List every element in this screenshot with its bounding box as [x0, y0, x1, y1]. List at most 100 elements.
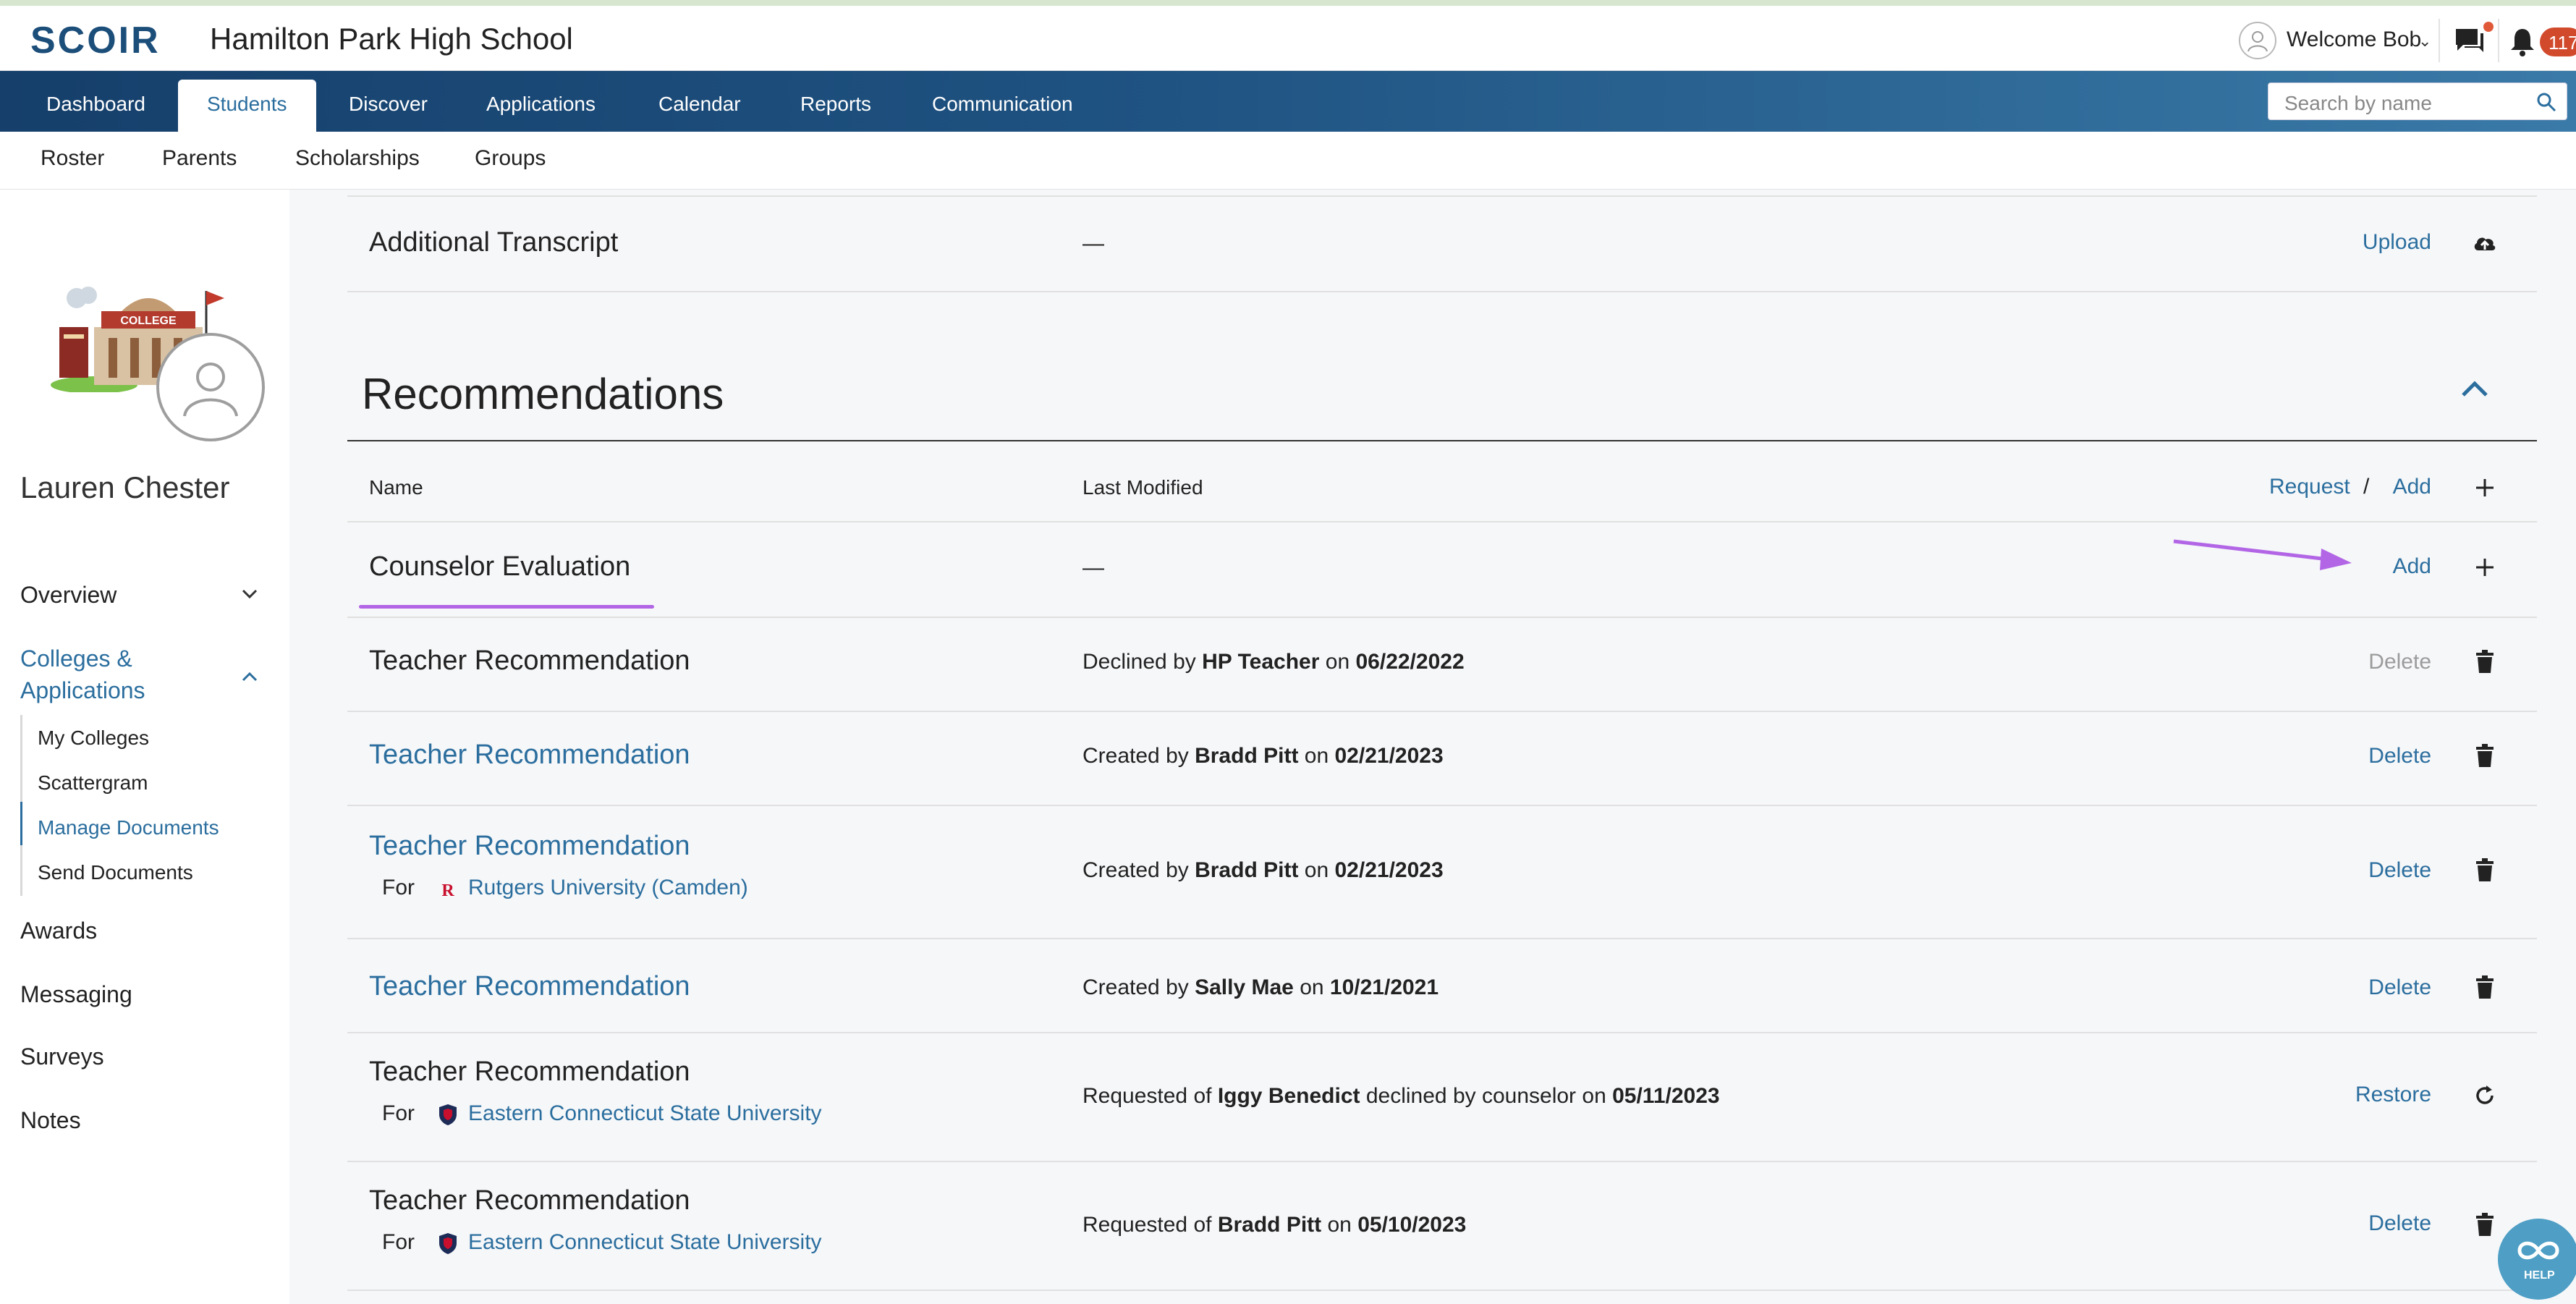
rutgers-logo-icon: R — [441, 881, 454, 900]
sidebar-sub-my-colleges[interactable]: My Colleges — [38, 727, 149, 750]
row-divider — [347, 1290, 2537, 1291]
transcript-modified: — — [1082, 232, 1104, 255]
chat-unread-dot — [2483, 22, 2494, 32]
sidebar-sub-manage-documents[interactable]: Manage Documents — [38, 816, 219, 839]
tab-dashboard[interactable]: Dashboard — [46, 80, 145, 132]
user-avatar-icon[interactable] — [2239, 22, 2276, 59]
header-divider — [2439, 19, 2440, 62]
trash-icon[interactable] — [2472, 974, 2498, 1000]
sidebar-item-overview[interactable]: Overview — [20, 582, 116, 609]
help-label: HELP — [2524, 1269, 2555, 1282]
college-link[interactable]: Eastern Connecticut State University — [468, 1101, 822, 1125]
chevron-up-icon[interactable] — [239, 666, 260, 687]
tab-communication[interactable]: Communication — [932, 80, 1073, 132]
plus-icon[interactable] — [2472, 475, 2498, 501]
student-sidebar: COLLEGE Lauren Chester Overview Colleges… — [0, 190, 289, 1304]
student-name: Lauren Chester — [20, 470, 230, 504]
recommendation-modified: — — [1082, 556, 1104, 580]
tab-applications[interactable]: Applications — [486, 80, 596, 132]
collapse-chevron-icon[interactable] — [2459, 379, 2491, 399]
chevron-down-icon[interactable] — [239, 583, 260, 605]
recommendation-link[interactable]: Teacher Recommendation — [369, 831, 690, 862]
scoir-logo[interactable]: SCOIR — [30, 19, 161, 62]
tab-students[interactable]: Students — [178, 80, 316, 132]
college-link[interactable]: Rutgers University (Camden) — [468, 876, 748, 899]
upload-link[interactable]: Upload — [2359, 230, 2431, 255]
delete-button[interactable]: Delete — [2344, 858, 2431, 883]
recommendation-modified: Requested of Bradd Pitt on 05/10/2023 — [1082, 1213, 1467, 1237]
top-accent-strip — [0, 0, 2576, 6]
trash-icon[interactable] — [2472, 1211, 2498, 1237]
row-divider — [347, 617, 2537, 618]
column-header-name: Name — [369, 476, 423, 499]
trash-icon[interactable] — [2472, 857, 2498, 883]
trash-icon[interactable] — [2472, 742, 2498, 769]
for-college-row: For R Rutgers University (Camden) — [382, 876, 748, 901]
recommendation-name: Counselor Evaluation — [369, 551, 631, 582]
help-button[interactable]: HELP — [2498, 1219, 2576, 1300]
cloud-upload-icon[interactable] — [2472, 230, 2498, 256]
student-avatar[interactable] — [156, 333, 265, 441]
subnav-scholarships[interactable]: Scholarships — [295, 146, 420, 171]
sidebar-item-awards[interactable]: Awards — [20, 918, 97, 944]
plus-icon[interactable] — [2472, 554, 2498, 580]
recommendation-modified: Created by Bradd Pitt on 02/21/2023 — [1082, 744, 1444, 768]
ecsu-shield-icon — [439, 1104, 457, 1126]
sidebar-item-colleges-line1[interactable]: Colleges & — [20, 645, 132, 672]
for-college-row: For Eastern Connecticut State University — [382, 1230, 822, 1255]
sidebar-item-messaging[interactable]: Messaging — [20, 981, 132, 1008]
request-link[interactable]: Request — [2269, 475, 2350, 499]
help-infinity-icon — [2517, 1241, 2559, 1260]
sidebar-item-surveys[interactable]: Surveys — [20, 1043, 104, 1070]
recommendation-link[interactable]: Teacher Recommendation — [369, 971, 690, 1002]
svg-text:R: R — [441, 881, 454, 900]
documents-main: Additional Transcript — Upload Recommend… — [289, 190, 2576, 1304]
sidebar-sub-scattergram[interactable]: Scattergram — [38, 771, 148, 795]
tab-reports[interactable]: Reports — [800, 80, 871, 132]
college-link[interactable]: Eastern Connecticut State University — [468, 1230, 822, 1254]
sidebar-sub-send-documents[interactable]: Send Documents — [38, 861, 193, 884]
search-icon[interactable] — [2536, 92, 2556, 112]
row-divider — [347, 711, 2537, 712]
tab-discover[interactable]: Discover — [349, 80, 428, 132]
delete-button[interactable]: Delete — [2344, 744, 2431, 769]
recommendation-modified: Created by Sally Mae on 10/21/2021 — [1082, 975, 1439, 999]
subnav-groups[interactable]: Groups — [475, 146, 546, 171]
chevron-down-icon[interactable]: ⌄ — [2418, 32, 2431, 51]
delete-button-disabled: Delete — [2368, 650, 2431, 674]
trash-icon[interactable] — [2472, 648, 2498, 674]
sidebar-item-notes[interactable]: Notes — [20, 1107, 81, 1134]
recommendation-name: Teacher Recommendation — [369, 1057, 690, 1087]
column-header-last-modified: Last Modified — [1082, 476, 1203, 499]
delete-button[interactable]: Delete — [2344, 1211, 2431, 1236]
subnav-parents[interactable]: Parents — [162, 146, 237, 171]
recommendation-modified: Requested of Iggy Benedict declined by c… — [1082, 1084, 1720, 1108]
header-separator: / — [2363, 475, 2370, 499]
notification-badge[interactable]: 117 — [2540, 27, 2576, 56]
row-divider — [347, 521, 2537, 522]
section-title-recommendations: Recommendations — [362, 370, 724, 418]
refresh-icon[interactable] — [2472, 1083, 2498, 1109]
recommendation-name: Teacher Recommendation — [369, 1185, 690, 1216]
annotation-underline — [359, 605, 654, 609]
add-counselor-evaluation-link[interactable]: Add — [2359, 554, 2431, 579]
search-input[interactable]: Search by name — [2268, 82, 2567, 120]
delete-button[interactable]: Delete — [2344, 975, 2431, 1000]
for-college-row: For Eastern Connecticut State University — [382, 1101, 822, 1126]
sidebar-item-colleges-line2[interactable]: Applications — [20, 677, 145, 704]
subnav-roster[interactable]: Roster — [41, 146, 104, 171]
header-add-link[interactable]: Add — [2385, 475, 2431, 499]
bell-icon[interactable] — [2508, 26, 2537, 56]
tab-calendar[interactable]: Calendar — [658, 80, 741, 132]
recommendation-name: Teacher Recommendation — [369, 645, 690, 676]
chat-icon[interactable] — [2454, 27, 2485, 55]
recommendation-link[interactable]: Teacher Recommendation — [369, 740, 690, 771]
restore-button[interactable]: Restore — [2344, 1083, 2431, 1107]
svg-text:COLLEGE: COLLEGE — [120, 315, 177, 327]
ecsu-shield-icon — [439, 1233, 457, 1255]
welcome-menu[interactable]: Welcome Bob — [2287, 27, 2421, 52]
row-divider — [347, 291, 2537, 292]
annotation-arrow — [2173, 539, 2352, 570]
transcript-name: Additional Transcript — [369, 227, 619, 258]
row-divider — [347, 805, 2537, 806]
